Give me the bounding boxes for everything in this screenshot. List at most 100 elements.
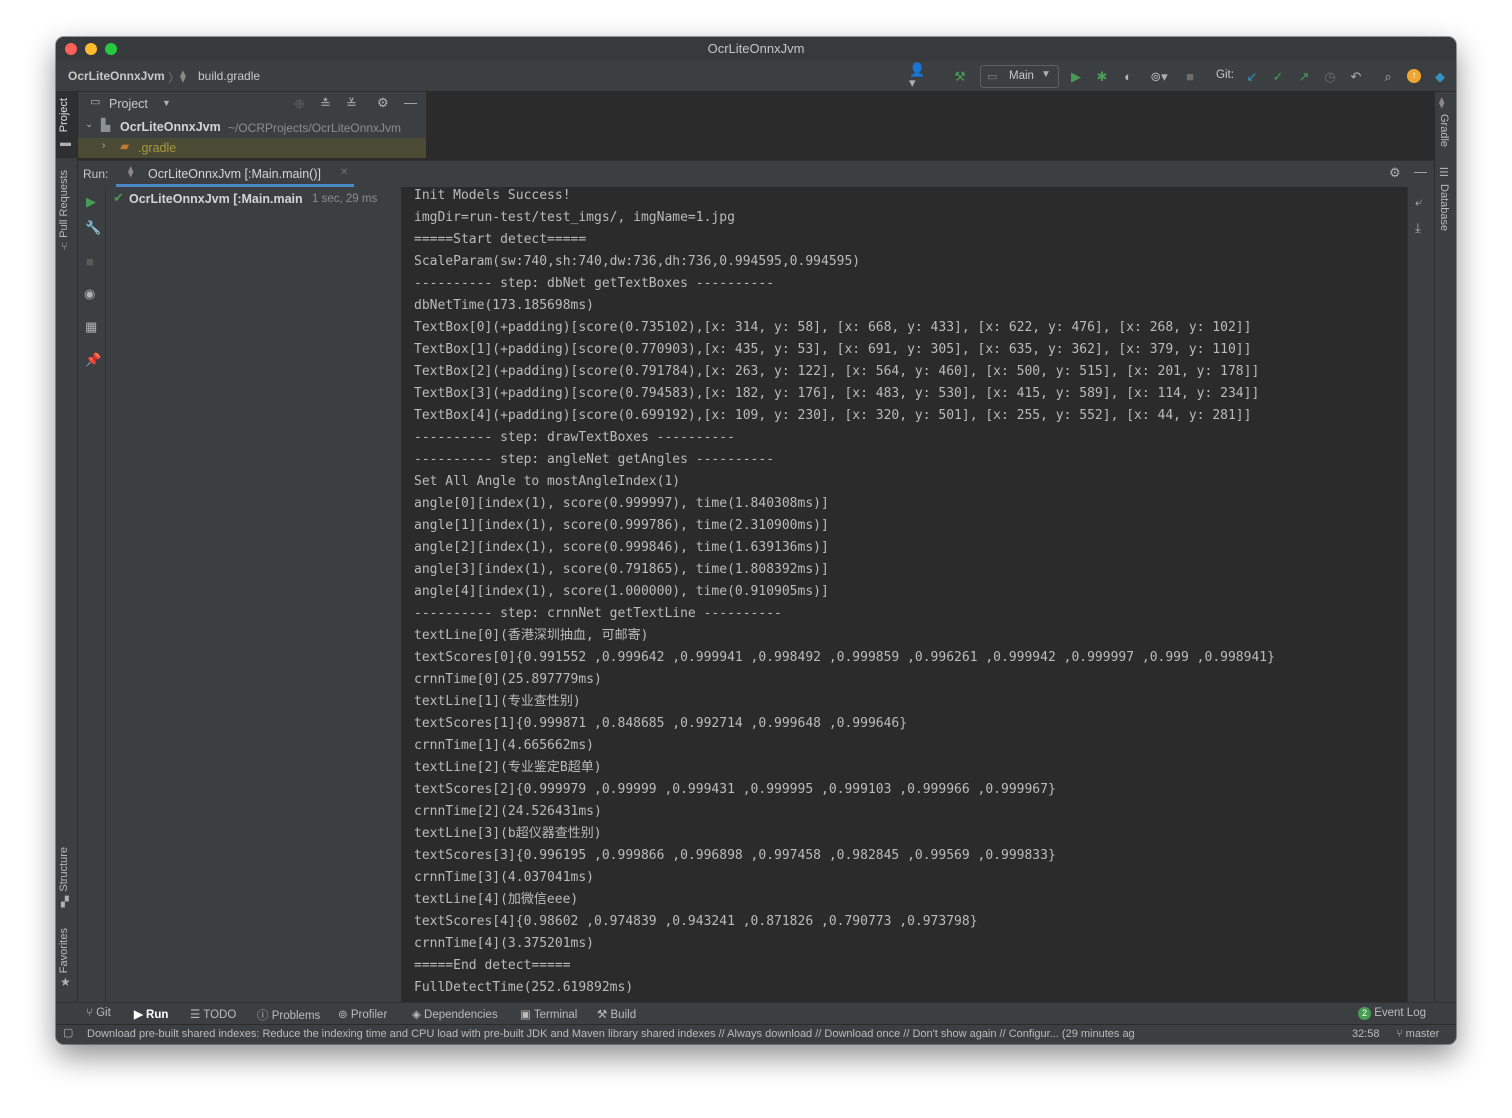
profiler-icon: ⊚ (338, 1009, 351, 1021)
hide-icon[interactable]: — (1414, 165, 1427, 178)
tool-tab-database[interactable]: Database (1438, 184, 1450, 231)
user-account-icon[interactable]: 👤▾ (909, 63, 929, 89)
coverage-icon[interactable]: ◐ (1118, 66, 1138, 86)
search-icon[interactable]: ⌕ (1378, 66, 1398, 86)
wrench-icon[interactable]: 🔧 (85, 221, 101, 234)
console-line: imgDir=run-test/test_imgs/, imgName=1.jp… (414, 210, 735, 225)
run-config-select[interactable]: ▭ Main ▼ (980, 65, 1059, 88)
status-message[interactable]: Download pre-built shared indexes: Reduc… (87, 1028, 1137, 1040)
console-line: angle[2][index(1), score(0.999846), time… (414, 540, 829, 555)
console-line: TextBox[2](+padding)[score(0.791784),[x:… (414, 364, 1260, 379)
console-toolbar: ⤶ ⤓ (1407, 187, 1435, 1002)
console-line: textScores[1]{0.999871 ,0.848685 ,0.9927… (414, 716, 908, 731)
tab-dependencies[interactable]: ◈ Dependencies (412, 1007, 498, 1021)
editor-area (427, 92, 1434, 159)
git-history-icon[interactable]: ◷ (1320, 66, 1340, 86)
tool-tab-gradle[interactable]: Gradle (1438, 114, 1450, 147)
console-line: TextBox[0](+padding)[score(0.735102),[x:… (414, 320, 1252, 335)
gradle-elephant-icon: ⧫ (180, 69, 186, 83)
layout-icon[interactable]: ▦ (85, 320, 97, 333)
run-tab[interactable]: ⧫ OcrLiteOnnxJvm [:Main.main()] ✕ (116, 161, 354, 187)
project-root-row[interactable]: ⌄ ▙ OcrLiteOnnxJvm ~/OCRProjects/OcrLite… (78, 117, 426, 137)
project-panel: ▭ Project ▼ ⊕ ≛ ≚ ⚙ — ⌄ ▙ OcrLiteOnnxJvm… (78, 92, 426, 158)
tab-git[interactable]: ⑂ Git (86, 1007, 111, 1019)
terminal-icon: ▣ (520, 1009, 534, 1021)
run-icon[interactable]: ▶ (1066, 66, 1086, 86)
soft-wrap-icon[interactable]: ⤶ (1415, 195, 1422, 208)
tab-todo[interactable]: ☰ TODO (190, 1007, 236, 1021)
project-panel-title[interactable]: Project (109, 97, 148, 111)
tab-terminal[interactable]: ▣ Terminal (520, 1007, 577, 1021)
toggle-tool-windows-icon[interactable]: ▢ (63, 1028, 73, 1039)
hide-icon[interactable]: — (404, 96, 417, 109)
updates-icon[interactable]: ↑ (1404, 66, 1424, 86)
console-line: crnnTime[0](25.897779ms) (414, 672, 602, 687)
console-line: angle[1][index(1), score(0.999786), time… (414, 518, 829, 533)
tool-tab-pull-requests[interactable]: Pull Requests (58, 170, 70, 238)
git-update-icon[interactable]: ↙ (1242, 66, 1262, 86)
pull-request-icon: ⑂ (61, 241, 68, 253)
eye-icon[interactable]: ◉ (84, 287, 95, 300)
event-log-button[interactable]: 2 Event Log (1358, 1007, 1426, 1020)
close-icon[interactable]: ✕ (340, 168, 348, 178)
console-line: crnnTime[3](4.037041ms) (414, 870, 595, 885)
caret-position[interactable]: 32:58 (1352, 1028, 1380, 1040)
project-panel-header: ▭ Project ▼ ⊕ ≛ ≚ ⚙ — (78, 92, 426, 116)
chevron-right-icon[interactable]: › (102, 141, 105, 151)
collapse-all-icon[interactable]: ≚ (346, 97, 357, 110)
console-line: textLine[1](专业查性别) (414, 694, 581, 709)
build-hammer-icon[interactable]: ⚒ (950, 66, 970, 86)
expand-all-icon[interactable]: ≛ (320, 97, 331, 110)
close-window-button[interactable] (65, 43, 77, 55)
debug-bug-icon[interactable]: ✱ (1092, 66, 1112, 86)
tab-profiler[interactable]: ⊚ Profiler (338, 1007, 387, 1021)
gradle-elephant-icon: ⧫ (128, 166, 134, 178)
git-commit-icon[interactable]: ✓ (1268, 66, 1288, 86)
tool-tab-favorites[interactable]: Favorites (58, 928, 70, 973)
gear-icon[interactable]: ⚙ (377, 96, 389, 109)
chevron-down-icon[interactable]: ⌄ (85, 120, 93, 130)
console-line: dbNetTime(173.185698ms) (414, 298, 595, 313)
console-line: Init Models Success! (414, 188, 571, 203)
zoom-window-button[interactable] (105, 43, 117, 55)
run-config-label: Main (1009, 70, 1034, 82)
layers-icon: ◈ (412, 1009, 425, 1021)
chevron-down-icon[interactable]: ▼ (162, 99, 171, 108)
run-tree-item[interactable]: ✔ OcrLiteOnnxJvm [:Main.main 1 sec, 29 m… (106, 189, 401, 209)
breadcrumb-file[interactable]: build.gradle (198, 69, 260, 83)
project-child-row[interactable]: › ▰ .gradle (78, 138, 426, 158)
minimize-window-button[interactable] (85, 43, 97, 55)
stop-icon[interactable]: ■ (86, 255, 94, 268)
rollback-icon[interactable]: ↶ (1346, 66, 1366, 86)
breadcrumb-project[interactable]: OcrLiteOnnxJvm (68, 69, 165, 83)
scroll-to-end-icon[interactable]: ⤓ (1415, 221, 1421, 234)
git-push-icon[interactable]: ↗ (1294, 66, 1314, 86)
console-line: ---------- step: crnnNet getTextLine ---… (414, 606, 782, 621)
console-line: ---------- step: angleNet getAngles ----… (414, 452, 775, 467)
git-branch-icon: ⑂ (86, 1007, 97, 1019)
tool-tab-project[interactable]: Project (58, 98, 70, 132)
tab-run[interactable]: ▶ Run (134, 1007, 168, 1021)
profile-icon[interactable]: ⊚▾ (1144, 66, 1174, 86)
console-line: ---------- step: drawTextBoxes ---------… (414, 430, 735, 445)
git-branch-indicator[interactable]: ⑂ master (1396, 1028, 1439, 1040)
console-line: ---------- step: dbNet getTextBoxes ----… (414, 276, 775, 291)
rerun-icon[interactable]: ▶ (86, 195, 96, 208)
stop-icon[interactable]: ■ (1180, 66, 1200, 86)
console-line: crnnTime[2](24.526431ms) (414, 804, 602, 819)
tab-problems[interactable]: ⓘ Problems (257, 1007, 320, 1023)
locate-icon[interactable]: ⊕ (294, 97, 305, 110)
success-check-icon: ✔ (113, 190, 124, 205)
run-panel-label: Run: (83, 167, 109, 181)
tool-tab-structure[interactable]: Structure (58, 847, 70, 892)
jetbrains-toolbox-icon[interactable]: ◆ (1430, 66, 1450, 86)
project-view-icon: ▭ (90, 96, 101, 108)
tab-build[interactable]: ⚒ Build (597, 1007, 636, 1021)
run-tree-item-label: OcrLiteOnnxJvm [:Main.main (129, 192, 303, 206)
console-line: angle[0][index(1), score(0.999997), time… (414, 496, 829, 511)
gear-icon[interactable]: ⚙ (1389, 166, 1401, 179)
console-output[interactable]: Init Models Success! imgDir=run-test/test… (402, 187, 1406, 1002)
console-line: textScores[4]{0.98602 ,0.974839 ,0.94324… (414, 914, 978, 929)
star-icon: ★ (60, 975, 71, 989)
pin-icon[interactable]: 📌 (85, 353, 101, 366)
